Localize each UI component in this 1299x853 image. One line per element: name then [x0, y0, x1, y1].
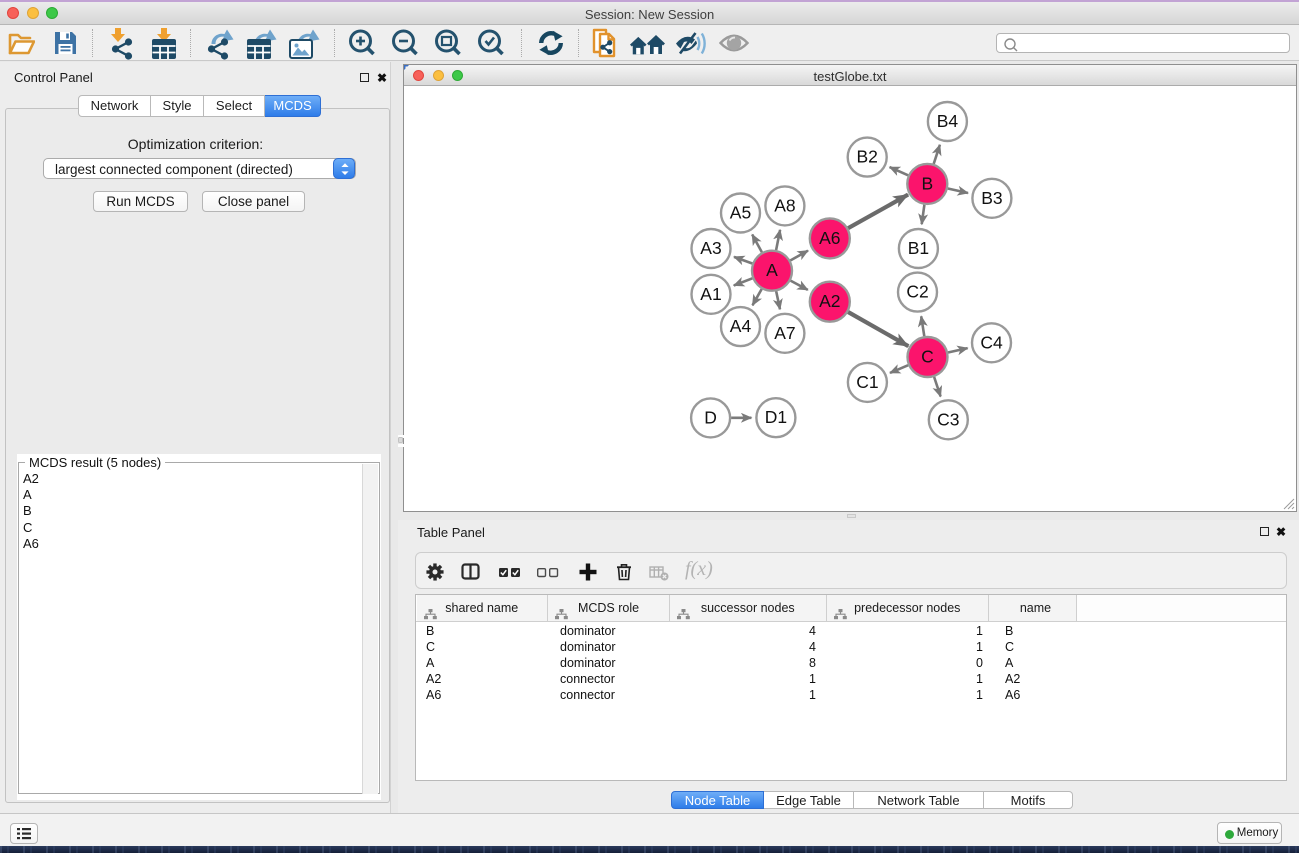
svg-text:A5: A5 [730, 203, 751, 223]
svg-text:B: B [921, 173, 933, 193]
svg-text:B4: B4 [937, 111, 959, 131]
svg-text:C4: C4 [980, 332, 1003, 352]
svg-text:A6: A6 [819, 228, 840, 248]
svg-text:C3: C3 [937, 409, 959, 429]
svg-text:B1: B1 [908, 238, 929, 258]
svg-text:A4: A4 [730, 316, 752, 336]
svg-text:B3: B3 [981, 188, 1002, 208]
svg-text:A3: A3 [700, 238, 721, 258]
svg-text:D: D [704, 407, 717, 427]
svg-text:C1: C1 [856, 372, 878, 392]
svg-text:C: C [921, 347, 934, 367]
svg-text:A1: A1 [700, 284, 721, 304]
svg-text:C2: C2 [906, 282, 928, 302]
svg-text:A: A [766, 260, 778, 280]
svg-text:A8: A8 [774, 195, 795, 215]
svg-text:A7: A7 [774, 323, 795, 343]
svg-text:B2: B2 [856, 147, 877, 167]
svg-text:A2: A2 [819, 291, 840, 311]
svg-text:D1: D1 [765, 407, 787, 427]
